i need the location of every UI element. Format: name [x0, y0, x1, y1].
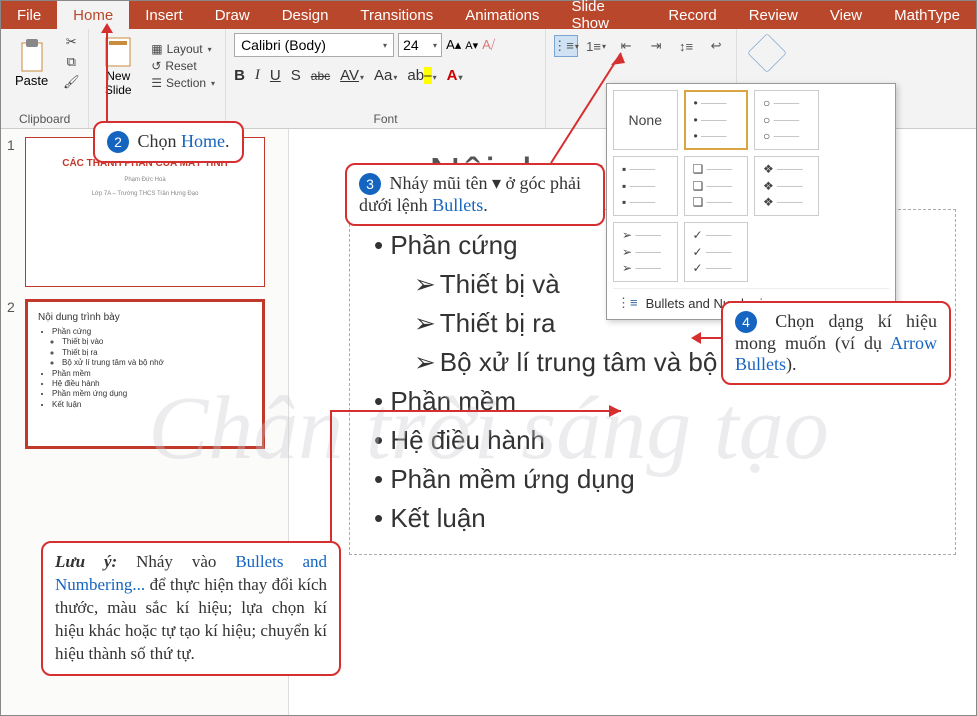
shadow-button[interactable]: S: [291, 67, 301, 84]
char-spacing-button[interactable]: AV▾: [340, 67, 364, 84]
bullet-option-check[interactable]: ✓✓✓: [684, 222, 749, 282]
bullet-option-star[interactable]: ❖❖❖: [754, 156, 819, 216]
section-label: Section: [166, 76, 206, 90]
bullets-gallery: None ••• ○○○ ▪▪▪ ❏❏❏ ❖❖❖ ➢➢➢ ✓✓✓ ⋮≡ Bull…: [606, 83, 896, 320]
line-spacing-icon[interactable]: ↕≡: [674, 35, 698, 57]
list-item: Thiết bị vào: [62, 337, 252, 347]
font-size-value: 24: [403, 37, 419, 53]
section-button[interactable]: ☰Section▾: [149, 75, 217, 91]
list-item: Phần mềm ứng dụng: [52, 389, 252, 399]
tab-draw[interactable]: Draw: [199, 1, 266, 29]
font-color-button[interactable]: A▾: [447, 67, 463, 84]
annotation-arrow: [321, 401, 641, 551]
decrease-font-icon[interactable]: A▾: [465, 39, 478, 52]
note-lead: Lưu ý:: [55, 552, 117, 571]
tab-mathtype[interactable]: MathType: [878, 1, 976, 29]
tab-slideshow[interactable]: Slide Show: [555, 1, 652, 29]
new-slide-button[interactable]: New Slide: [97, 33, 139, 99]
arrow-head-icon: [101, 23, 113, 33]
group-slides: New Slide ▦Layout▾ ↺Reset ☰Section▾: [89, 29, 226, 128]
callout-keyword: Bullets: [432, 195, 483, 215]
callout-step-4: 4 Chọn dạng kí hiệu mong muốn (ví dụ Arr…: [721, 301, 951, 385]
arrow-head-icon: [691, 332, 701, 344]
thumb-number: 1: [7, 137, 19, 287]
thumb-number: 2: [7, 299, 19, 449]
copy-icon[interactable]: ⧉: [62, 53, 80, 71]
reset-icon: ↺: [151, 59, 161, 73]
list-item: Phần cứng: [52, 327, 252, 337]
list-icon: ⋮≡: [617, 295, 638, 311]
list-item: Thiết bị ra: [62, 348, 252, 358]
step-number: 3: [359, 173, 381, 195]
change-case-button[interactable]: Aa▾: [374, 67, 397, 84]
tab-home[interactable]: Home: [57, 1, 129, 29]
annotation-arrow: [106, 31, 108, 121]
reset-button[interactable]: ↺ Reset: [149, 58, 217, 74]
font-size-combo[interactable]: 24▾: [398, 33, 442, 57]
callout-note: Lưu ý: Nháy vào Bullets and Numbering...…: [41, 541, 341, 676]
tab-review[interactable]: Review: [733, 1, 814, 29]
callout-step-2: 2 Chọn Home.: [93, 121, 244, 163]
bullet-option-arrow[interactable]: ➢➢➢: [613, 222, 678, 282]
list-item: Kết luận: [52, 400, 252, 410]
thumb2-title: Nội dung trình bày: [38, 312, 252, 323]
layout-label: Layout: [167, 42, 203, 56]
shapes-icon[interactable]: [747, 33, 787, 73]
tab-insert[interactable]: Insert: [129, 1, 199, 29]
tab-animations[interactable]: Animations: [449, 1, 555, 29]
increase-indent-icon[interactable]: ⇥: [644, 35, 668, 57]
paste-button[interactable]: Paste: [9, 35, 54, 90]
callout-step-3: 3 Nháy mũi tên ▾ ở góc phải dưới lệnh Bu…: [345, 163, 605, 226]
strike-button[interactable]: abc: [311, 69, 330, 83]
layout-button[interactable]: ▦Layout▾: [149, 41, 217, 57]
paste-label: Paste: [15, 73, 48, 88]
step-number: 2: [107, 131, 129, 153]
annotation-arrow: [541, 43, 641, 173]
ribbon-tabs: File Home Insert Draw Design Transitions…: [1, 1, 976, 29]
list-item: Phần mềm: [52, 369, 252, 379]
underline-button[interactable]: U: [270, 67, 281, 84]
font-name-combo[interactable]: Calibri (Body)▾: [234, 33, 394, 57]
reset-label: Reset: [165, 59, 196, 73]
layout-icon: ▦: [151, 42, 162, 56]
step-number: 4: [735, 311, 757, 333]
thumb1-sub1: Phạm Đức Hoà: [36, 177, 254, 183]
clear-formatting-icon[interactable]: A⧸: [482, 37, 495, 53]
list-item: Bộ xử lí trung tâm và bộ nhớ: [62, 358, 252, 368]
text-direction-icon[interactable]: ↩: [704, 35, 728, 57]
bullet-option-hollow-square[interactable]: ❏❏❏: [684, 156, 749, 216]
callout-text: Chọn: [138, 131, 182, 151]
highlight-button[interactable]: ab⎯▾: [407, 67, 436, 84]
bullet-option-hollow-circle[interactable]: ○○○: [754, 90, 819, 150]
group-font: Calibri (Body)▾ 24▾ A▴ A▾ A⧸ B I U S abc…: [226, 29, 546, 128]
new-slide-label: New Slide: [105, 69, 132, 97]
font-name-value: Calibri (Body): [241, 37, 326, 53]
format-painter-icon[interactable]: 🖌: [62, 73, 80, 91]
increase-font-icon[interactable]: A▴: [446, 37, 461, 53]
callout-text: Nháy vào: [117, 552, 235, 571]
bullet-option-filled-circle[interactable]: •••: [684, 90, 749, 150]
group-clipboard: Paste ✂ ⧉ 🖌 Clipboard: [1, 29, 89, 128]
clipboard-group-label: Clipboard: [9, 110, 80, 126]
clipboard-icon: [17, 37, 47, 73]
tab-file[interactable]: File: [1, 1, 57, 29]
slide-thumbnail-2[interactable]: Nội dung trình bày Phần cứng Thiết bị và…: [25, 299, 265, 449]
thumb1-sub2: Lớp 7A – Trường THCS Trần Hưng Đạo: [36, 191, 254, 197]
section-icon: ☰: [151, 76, 162, 90]
italic-button[interactable]: I: [255, 67, 260, 84]
bold-button[interactable]: B: [234, 67, 245, 84]
tab-design[interactable]: Design: [266, 1, 345, 29]
callout-keyword: Home: [181, 131, 225, 151]
tab-view[interactable]: View: [814, 1, 878, 29]
cut-icon[interactable]: ✂: [62, 33, 80, 51]
list-item: Hệ điều hành: [52, 379, 252, 389]
font-group-label: Font: [234, 110, 537, 126]
tab-transitions[interactable]: Transitions: [344, 1, 449, 29]
tab-record[interactable]: Record: [652, 1, 732, 29]
ribbon: Paste ✂ ⧉ 🖌 Clipboard New Slide ▦Layout▾…: [1, 29, 976, 129]
